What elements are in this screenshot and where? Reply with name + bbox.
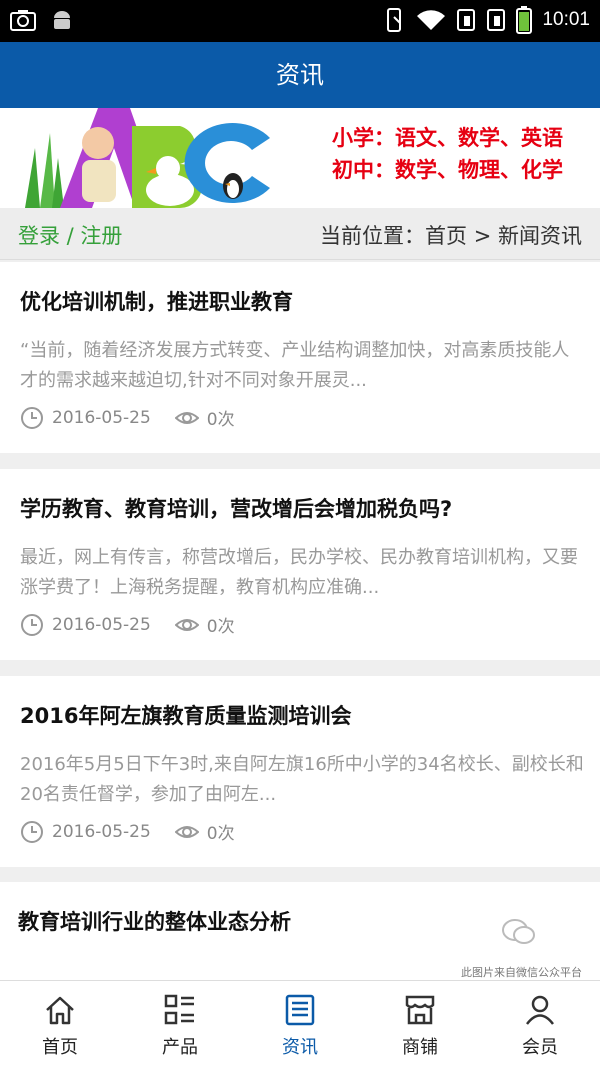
status-bar: 10:01	[0, 0, 600, 42]
clock-icon	[21, 820, 43, 843]
home-icon	[46, 996, 74, 1025]
news-title[interactable]: 学历教育、教育培训，营改增后会增加税负吗?	[20, 493, 585, 523]
news-summary: 最近，网上有传言，称营改增后，民办学校、民办教育培训机构，又要涨学费了！上海税务…	[20, 547, 578, 598]
grid-list-icon	[164, 994, 194, 1025]
news-date: 2016-05-25	[52, 821, 151, 842]
nav-products-label: 产品	[162, 1037, 198, 1058]
banner-illustration	[25, 108, 270, 208]
nav-shop[interactable]: 商铺	[360, 981, 480, 1067]
nav-member[interactable]: 会员	[480, 981, 600, 1067]
battery-icon	[516, 6, 533, 34]
breadcrumb-bar: 登录 / 注册 当前位置：首页 > 新闻资讯	[0, 208, 600, 260]
image-watermark: 此图片来自微信公众平台	[461, 966, 582, 979]
nav-shop-label: 商铺	[402, 1037, 438, 1058]
sim2-icon	[487, 9, 506, 31]
news-date: 2016-05-25	[52, 614, 151, 635]
news-title[interactable]: 2016年阿左旗教育质量监测培训会	[20, 700, 585, 730]
page-title: 资讯	[0, 42, 600, 108]
news-views: 0次	[206, 824, 235, 844]
shop-icon	[405, 995, 435, 1025]
vibrate-icon	[387, 8, 402, 32]
news-views: 0次	[206, 410, 235, 430]
banner-line-junior: 初中：数学、物理、化学	[332, 158, 563, 182]
clock-icon	[21, 613, 43, 636]
android-icon	[54, 11, 70, 29]
eye-icon	[174, 411, 199, 424]
sim1-icon	[457, 9, 476, 31]
banner-line-primary: 小学：语文、数学、英语	[332, 126, 563, 150]
news-summary: “当前，随着经济发展方式转变、产业结构调整加快，对高素质技能人才的需求越来越迫切…	[20, 340, 570, 391]
clock: 10:01	[542, 9, 590, 30]
nav-home-label: 首页	[42, 1037, 78, 1058]
eye-icon	[174, 825, 199, 838]
news-meta: 2016-05-25 0次	[20, 819, 235, 844]
user-icon	[526, 995, 554, 1025]
news-meta: 2016-05-25 0次	[20, 405, 235, 430]
news-item[interactable]: 2016年阿左旗教育质量监测培训会 2016年5月5日下午3时,来自阿左旗16所…	[0, 676, 600, 867]
login-register-link[interactable]: 登录 / 注册	[18, 220, 122, 250]
nav-products[interactable]: 产品	[120, 981, 240, 1067]
wechat-icon	[502, 919, 535, 944]
news-title[interactable]: 优化培训机制，推进职业教育	[20, 286, 585, 316]
wifi-icon	[417, 10, 446, 30]
screenshot-icon	[10, 10, 36, 31]
nav-member-label: 会员	[522, 1037, 558, 1058]
bottom-nav: 首页 产品 资讯 商铺 会员	[0, 980, 600, 1067]
clock-icon	[21, 406, 43, 429]
news-views: 0次	[206, 617, 235, 637]
news-meta: 2016-05-25 0次	[20, 612, 235, 637]
nav-news-label: 资讯	[282, 1037, 318, 1058]
news-date: 2016-05-25	[52, 407, 151, 428]
news-summary: 2016年5月5日下午3时,来自阿左旗16所中小学的34名校长、副校长和20名责…	[20, 754, 584, 805]
eye-icon	[174, 618, 199, 631]
nav-news[interactable]: 资讯	[240, 981, 360, 1067]
news-title[interactable]: 教育培训行业的整体业态分析	[18, 906, 583, 936]
banner[interactable]: 小学：语文、数学、英语 初中：数学、物理、化学	[0, 108, 600, 208]
news-item[interactable]: 优化培训机制，推进职业教育 “当前，随着经济发展方式转变、产业结构调整加快，对高…	[0, 262, 600, 453]
news-item[interactable]: 学历教育、教育培训，营改增后会增加税负吗? 最近，网上有传言，称营改增后，民办学…	[0, 469, 600, 660]
breadcrumb[interactable]: 当前位置：首页 > 新闻资讯	[320, 220, 582, 250]
nav-home[interactable]: 首页	[0, 981, 120, 1067]
news-icon	[285, 994, 315, 1026]
